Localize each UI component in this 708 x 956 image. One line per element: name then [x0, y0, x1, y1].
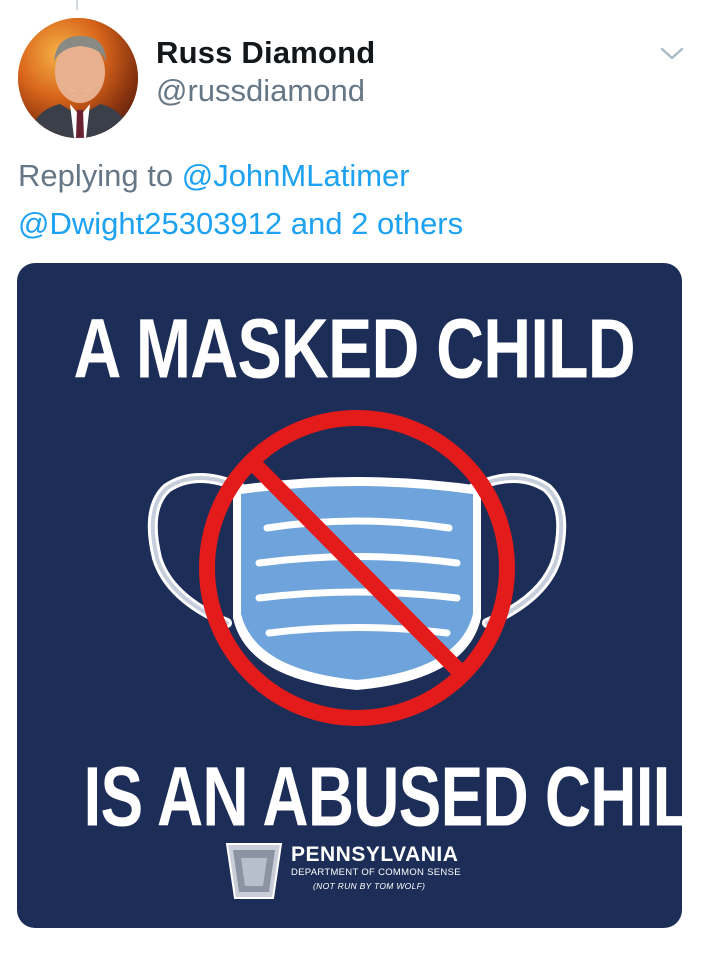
image-headline-bottom: IS AN ABUSED CHILD — [83, 750, 683, 844]
reply-context: Replying to @JohnMLatimer @Dwight2530391… — [18, 152, 688, 248]
avatar[interactable] — [18, 18, 138, 138]
tweet: Russ Diamond @russdiamond Replying to @J… — [0, 0, 708, 956]
author-handle[interactable]: @russdiamond — [156, 73, 375, 108]
logo-subtitle: DEPARTMENT OF COMMON SENSE — [291, 867, 461, 878]
no-mask-prohibition-icon — [147, 410, 567, 726]
author-block[interactable]: Russ Diamond @russdiamond — [156, 35, 375, 108]
chevron-down-icon[interactable] — [658, 44, 686, 64]
department-logo: PENNSYLVANIA DEPARTMENT OF COMMON SENSE … — [223, 836, 493, 906]
tweet-image[interactable]: A MASKED CHILD IS AN ABUSED CHILD PENNSY… — [17, 263, 682, 928]
image-headline-top: A MASKED CHILD — [73, 302, 636, 396]
mention-link-2[interactable]: @Dwight25303912 — [18, 206, 282, 241]
profile-photo-icon — [18, 18, 138, 138]
author-name[interactable]: Russ Diamond — [156, 35, 375, 70]
thread-connector-line — [76, 0, 78, 10]
keystone-icon — [225, 843, 283, 899]
logo-note: (NOT RUN BY TOM WOLF) — [313, 881, 426, 892]
logo-title: PENNSYLVANIA — [291, 843, 459, 866]
others-link[interactable]: and 2 others — [291, 206, 463, 241]
reply-prefix: Replying to — [18, 158, 174, 193]
mention-link-1[interactable]: @JohnMLatimer — [182, 158, 410, 193]
